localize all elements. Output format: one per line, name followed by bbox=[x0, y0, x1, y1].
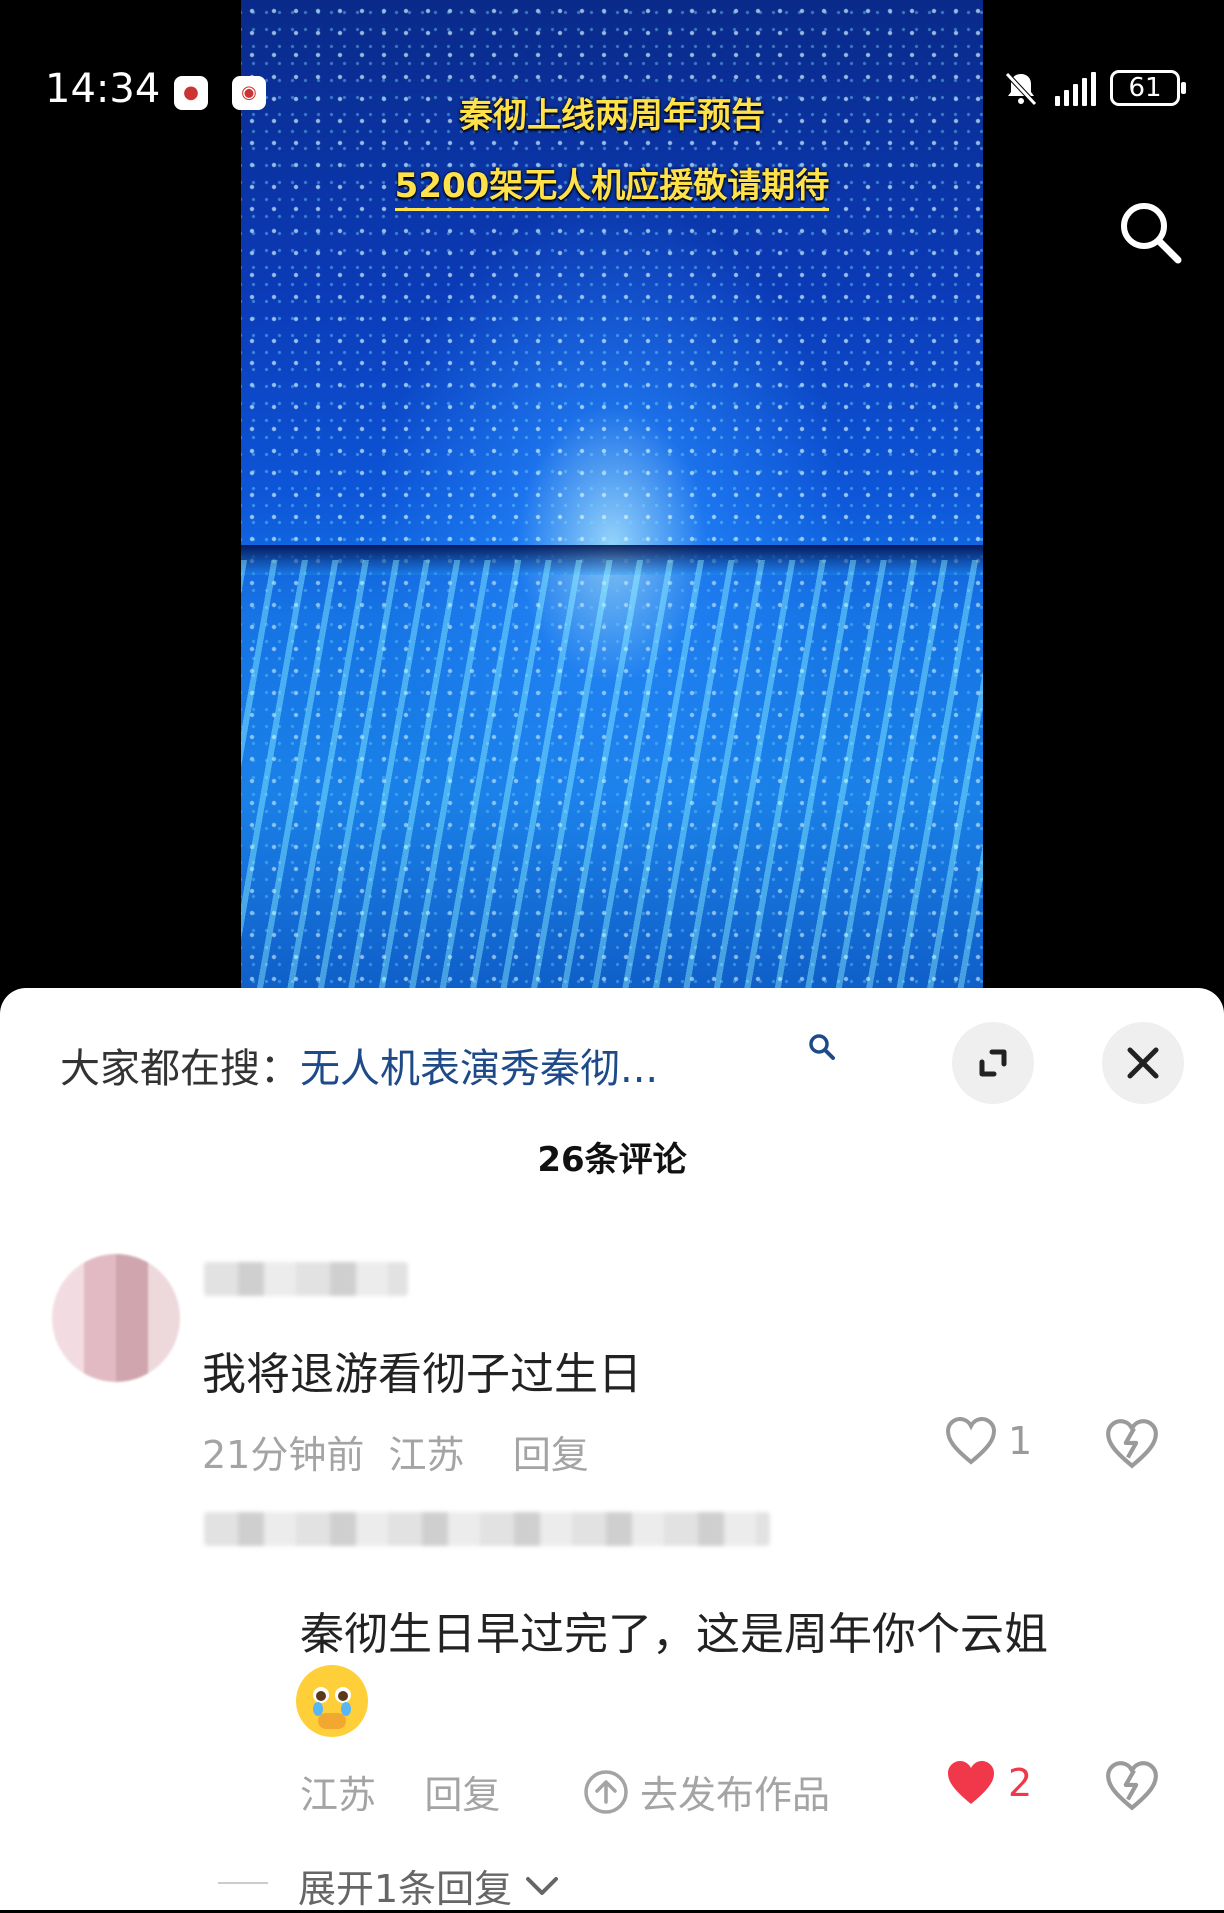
notification-app-icon-2: ◉ bbox=[232, 76, 266, 110]
mute-bell-icon bbox=[1005, 72, 1037, 106]
heart-outline-icon bbox=[945, 1416, 997, 1465]
video-caption-line2-text: 5200架无人机应援敬请期待 bbox=[394, 166, 830, 211]
dislike-icon[interactable] bbox=[1104, 1416, 1160, 1472]
search-icon[interactable] bbox=[1114, 196, 1186, 268]
close-button[interactable] bbox=[1102, 1022, 1184, 1104]
like-button[interactable]: 1 bbox=[944, 1416, 1032, 1466]
comment-location: 江苏 bbox=[388, 1433, 465, 1477]
reply-like-button[interactable]: 2 bbox=[944, 1758, 1032, 1808]
emoji-face-icon bbox=[298, 1667, 366, 1735]
hot-search-label: 大家都在搜： bbox=[60, 1046, 300, 1092]
reply-text: 秦彻生日早过完了，这是周年你个云姐 bbox=[300, 1609, 1048, 1660]
notification-app-icon: ● bbox=[174, 76, 208, 110]
close-icon bbox=[1127, 1047, 1159, 1079]
chevron-down-icon bbox=[526, 1876, 559, 1895]
expand-replies-label: 展开1条回复 bbox=[298, 1867, 513, 1911]
video-player[interactable]: 秦彻上线两周年预告 5200架无人机应援敬请期待 bbox=[0, 0, 1224, 1000]
search-small-icon bbox=[809, 1034, 835, 1060]
username-blurred[interactable] bbox=[204, 1262, 408, 1296]
reply-button[interactable]: 回复 bbox=[513, 1433, 589, 1477]
video-caption-line1: 秦彻上线两周年预告 bbox=[459, 96, 765, 136]
expand-icon bbox=[979, 1049, 1007, 1077]
reply-username-blurred[interactable] bbox=[204, 1512, 770, 1546]
video-frame[interactable]: 秦彻上线两周年预告 5200架无人机应援敬请期待 bbox=[241, 0, 983, 990]
reply-location: 江苏 bbox=[300, 1773, 377, 1817]
expand-replies-button[interactable]: 展开1条回复 bbox=[298, 1858, 560, 1913]
reply-dislike-icon[interactable] bbox=[1104, 1758, 1160, 1814]
heart-filled-icon bbox=[948, 1761, 994, 1804]
signal-icon bbox=[1055, 70, 1096, 106]
status-right-group: 61 bbox=[1001, 68, 1186, 108]
reply-meta: 江苏 回复 bbox=[300, 1764, 500, 1819]
crying-face-emoji bbox=[296, 1665, 368, 1737]
reflection-floor bbox=[241, 560, 983, 990]
reply-like-count: 2 bbox=[1008, 1761, 1033, 1805]
publish-work-label: 去发布作品 bbox=[640, 1773, 831, 1817]
comment-count: 26条评论 bbox=[537, 1140, 687, 1180]
comment-text: 我将退游看彻子过生日 bbox=[202, 1349, 642, 1400]
status-time: 14:34 bbox=[45, 66, 161, 112]
video-caption-line2: 5200架无人机应援敬请期待 bbox=[241, 158, 983, 211]
comment-time: 21分钟前 bbox=[202, 1433, 365, 1477]
expand-button[interactable] bbox=[952, 1022, 1034, 1104]
avatar[interactable] bbox=[52, 1254, 180, 1382]
hot-search-keyword[interactable]: 无人机表演秀秦彻... bbox=[300, 1046, 658, 1092]
like-count: 1 bbox=[1008, 1419, 1033, 1463]
battery-icon: 61 bbox=[1110, 70, 1186, 106]
divider-line bbox=[218, 1882, 268, 1884]
publish-work-button[interactable]: 去发布作品 bbox=[582, 1764, 830, 1819]
reply-reply-button[interactable]: 回复 bbox=[424, 1773, 500, 1817]
comment-meta: 21分钟前 江苏 回复 bbox=[202, 1424, 589, 1479]
hot-search-bar[interactable]: 大家都在搜：无人机表演秀秦彻... bbox=[60, 1034, 835, 1094]
upload-icon bbox=[584, 1769, 628, 1814]
